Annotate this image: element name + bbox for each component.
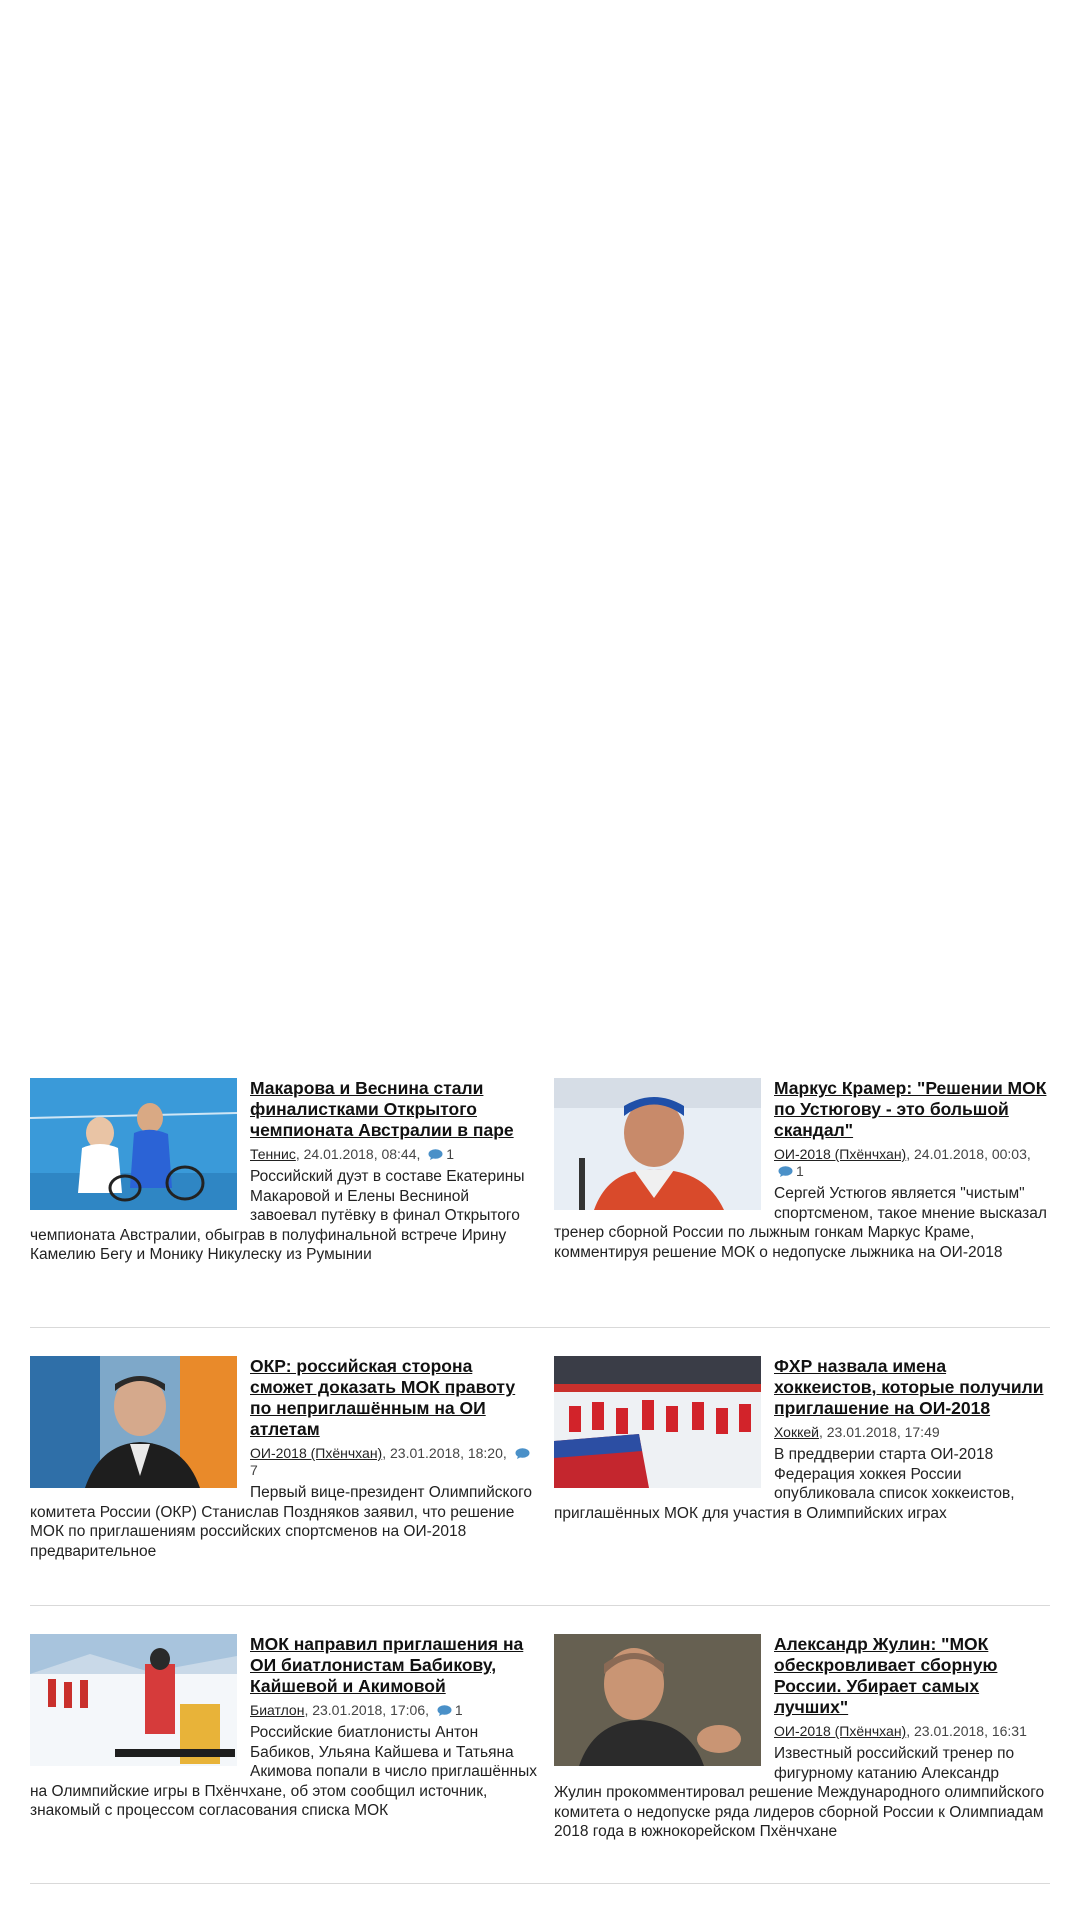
news-card: МОК направил приглашения на ОИ биатлонис… <box>30 1634 540 1883</box>
news-comment-count: 1 <box>796 1163 804 1179</box>
news-category-link[interactable]: ОИ-2018 (Пхёнчхан) <box>774 1723 906 1739</box>
news-image-skier[interactable] <box>554 1078 761 1210</box>
news-card: ФХР назвала имена хоккеистов, которые по… <box>554 1356 1050 1605</box>
news-category-link[interactable]: Теннис <box>250 1146 296 1162</box>
news-image-biathlon[interactable] <box>30 1634 237 1766</box>
news-category-link[interactable]: ОИ-2018 (Пхёнчхан) <box>250 1445 382 1461</box>
comment-icon <box>515 1448 530 1459</box>
news-card: Александр Жулин: "МОК обескровливает сбо… <box>554 1634 1050 1883</box>
news-datetime: , 24.01.2018, 08:44, <box>295 1146 425 1162</box>
news-datetime: , 23.01.2018, 17:49 <box>818 1424 940 1440</box>
news-comment-count: 1 <box>446 1146 455 1162</box>
news-image-hockey[interactable] <box>554 1356 761 1488</box>
news-datetime: , 23.01.2018, 16:31 <box>906 1723 1027 1739</box>
news-row: ОКР: российская сторона сможет доказать … <box>30 1356 1050 1606</box>
comment-icon <box>437 1705 452 1716</box>
news-datetime: , 23.01.2018, 18:20, <box>382 1445 511 1461</box>
news-card: Макарова и Веснина стали финалистками От… <box>30 1078 540 1327</box>
news-datetime: , 24.01.2018, 00:03, <box>906 1146 1031 1162</box>
news-category-link[interactable]: Биатлон <box>250 1702 304 1718</box>
news-image-tennis[interactable] <box>30 1078 237 1210</box>
news-category-link[interactable]: ОИ-2018 (Пхёнчхан) <box>774 1146 906 1162</box>
comment-icon <box>428 1149 443 1160</box>
news-image-coach[interactable] <box>554 1634 761 1766</box>
news-card: ОКР: российская сторона сможет доказать … <box>30 1356 540 1605</box>
news-summary: Первый вице-президент Олимпийского комит… <box>30 1484 532 1560</box>
news-category-link[interactable]: Хоккей <box>774 1424 819 1440</box>
news-comment-count: 1 <box>454 1702 463 1718</box>
news-card: Маркус Крамер: "Решении МОК по Устюгову … <box>554 1078 1050 1327</box>
news-grid: Макарова и Веснина стали финалистками От… <box>30 1078 1050 1884</box>
news-row: Макарова и Веснина стали финалистками От… <box>30 1078 1050 1328</box>
news-row: МОК направил приглашения на ОИ биатлонис… <box>30 1634 1050 1884</box>
news-datetime: , 23.01.2018, 17:06, <box>304 1702 433 1718</box>
comment-icon <box>778 1166 793 1177</box>
news-image-official[interactable] <box>30 1356 237 1488</box>
news-comment-count: 7 <box>250 1462 258 1478</box>
